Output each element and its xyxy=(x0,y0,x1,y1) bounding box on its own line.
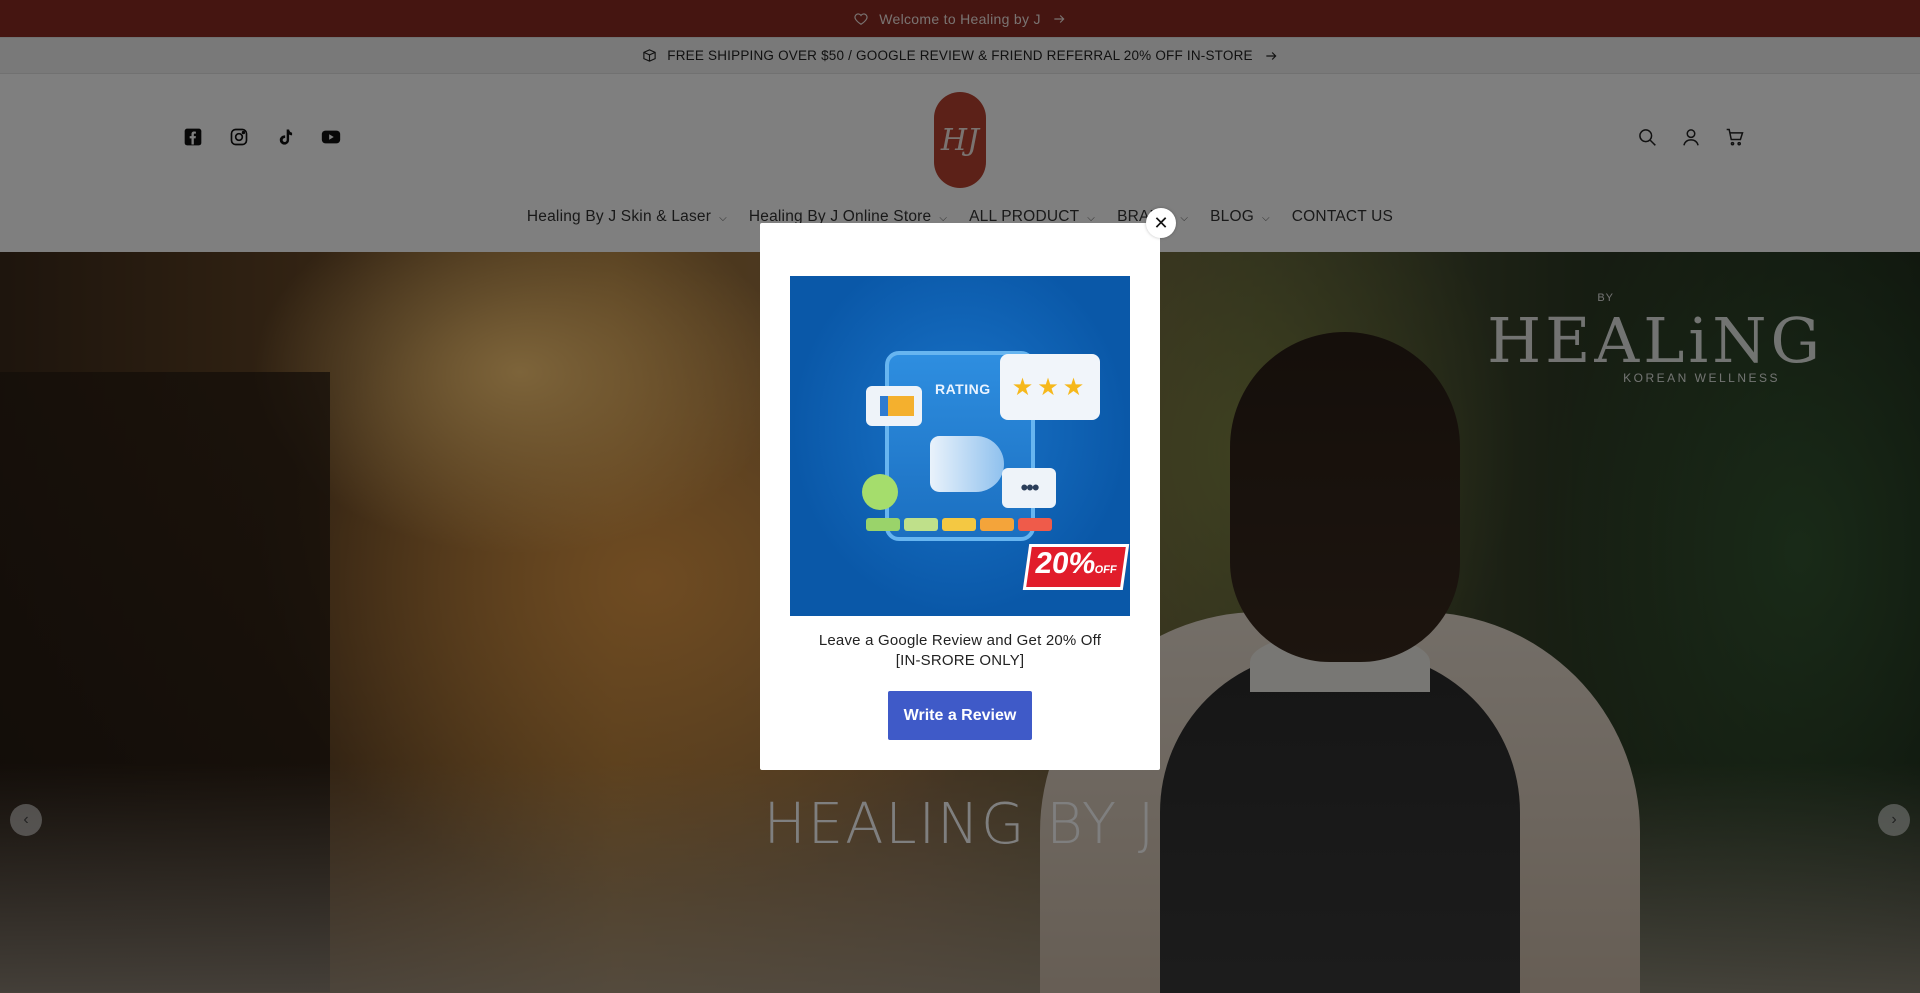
promo-rating-label: RATING xyxy=(935,381,991,397)
chat-dots-icon: ••• xyxy=(1002,468,1056,508)
close-icon: ✕ xyxy=(1153,212,1169,233)
discount-badge: 20%OFF xyxy=(1022,544,1130,590)
rating-meter xyxy=(866,518,1052,531)
smiley-icon xyxy=(862,474,898,510)
close-popup-button[interactable]: ✕ xyxy=(1146,208,1176,238)
review-promo-image: RATING ★★★ ••• 20%OFF xyxy=(790,276,1130,616)
write-review-button[interactable]: Write a Review xyxy=(888,691,1032,740)
discount-value: 20% xyxy=(1033,547,1098,580)
popup-message-line1: Leave a Google Review and Get 20% Off xyxy=(818,632,1102,649)
thumbs-up-icon xyxy=(866,386,922,426)
star-rating-icon: ★★★ xyxy=(1000,354,1100,420)
discount-suffix: OFF xyxy=(1093,564,1118,576)
popup-message: Leave a Google Review and Get 20% Off [I… xyxy=(760,631,1160,671)
review-popup: RATING ★★★ ••• 20%OFF Leave a Google Rev… xyxy=(760,223,1160,770)
megaphone-icon xyxy=(930,436,1004,492)
popup-message-line2: [IN-SRORE ONLY] xyxy=(895,652,1025,669)
